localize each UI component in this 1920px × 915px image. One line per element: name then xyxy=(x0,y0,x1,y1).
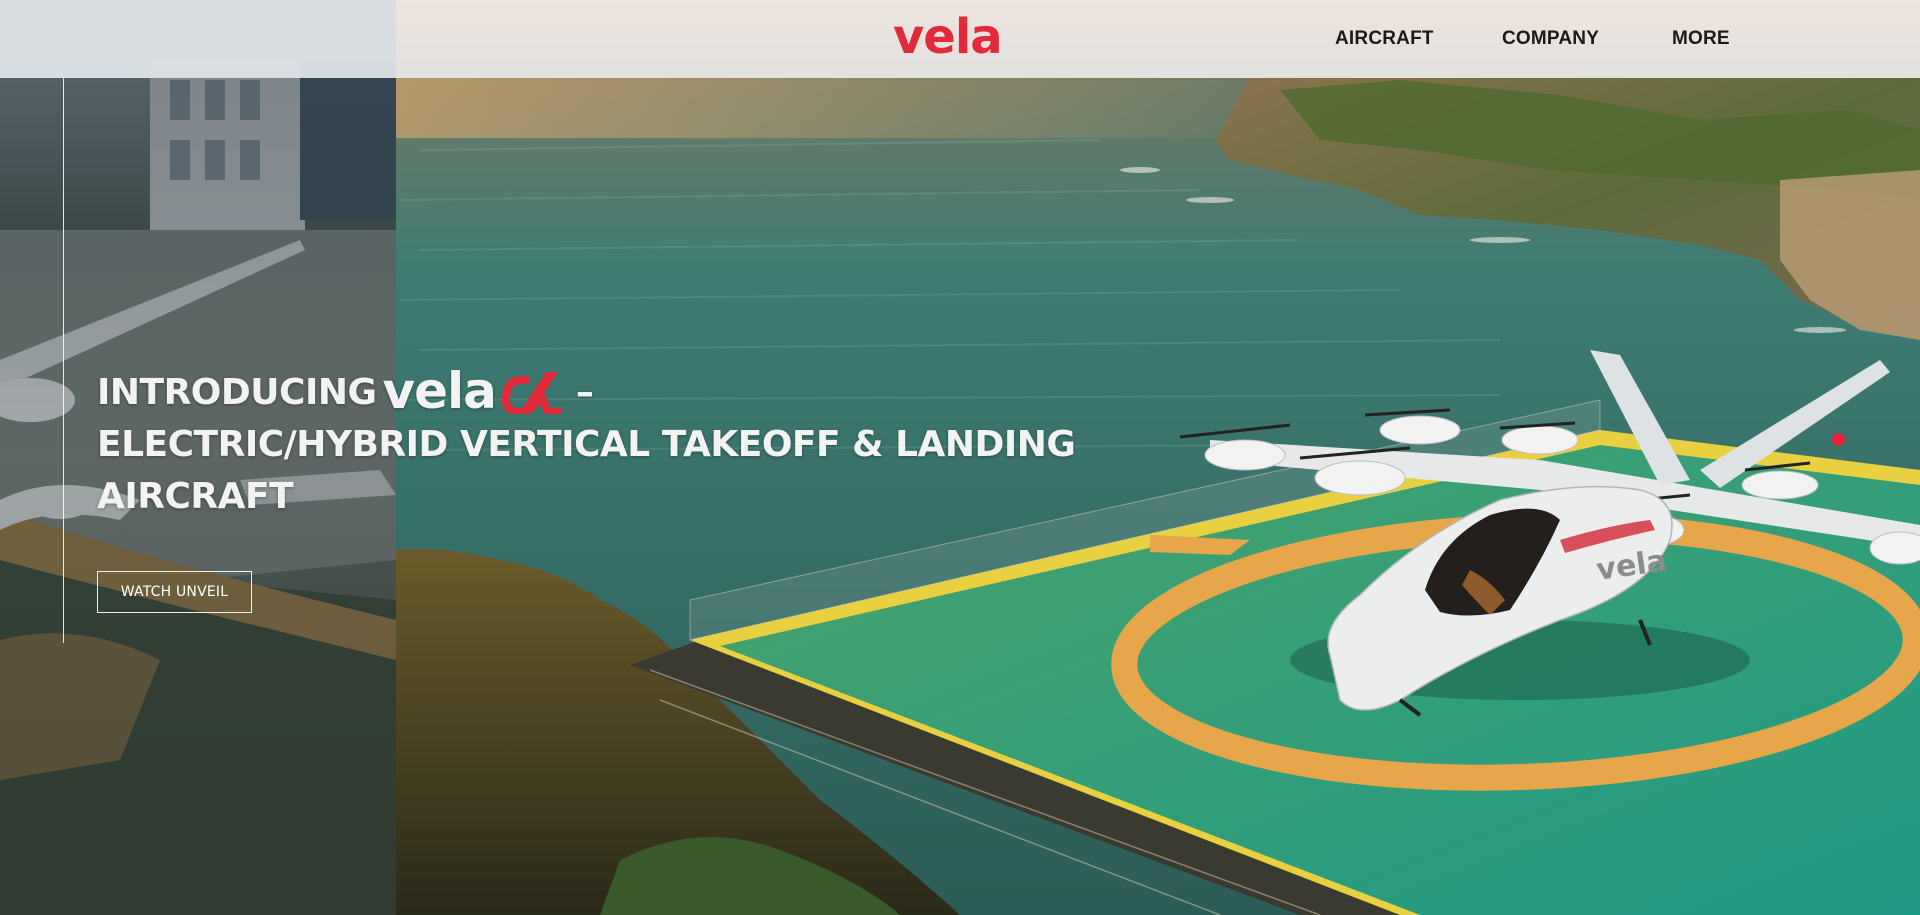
headline-dash: – xyxy=(575,372,594,413)
vertical-divider xyxy=(63,78,64,643)
headline-line-1: INTRODUCING vela – xyxy=(97,365,997,419)
logo-text: vela xyxy=(893,9,1003,65)
header-left-tint xyxy=(0,0,396,78)
nav-item-aircraft[interactable]: AIRCRAFT xyxy=(1335,28,1434,50)
intro-label: INTRODUCING xyxy=(97,372,377,413)
watch-unveil-button[interactable]: WATCH UNVEIL xyxy=(97,571,252,613)
alpha-icon xyxy=(501,372,562,414)
headline-line-3: AIRCRAFT xyxy=(97,476,294,517)
nav-item-company[interactable]: COMPANY xyxy=(1502,28,1599,50)
hero-section: vela INTRODUCING vela – ELECTRIC/HYBRID … xyxy=(0,0,1920,915)
indicator-dot xyxy=(1832,433,1845,446)
nav-item-more[interactable]: MORE xyxy=(1672,28,1730,50)
brand-wordmark: vela xyxy=(382,362,497,420)
headline-line-2: ELECTRIC/HYBRID VERTICAL TAKEOFF & LANDI… xyxy=(97,424,1076,465)
hero-headline: INTRODUCING vela – ELECTRIC/HYBRID VERTIC… xyxy=(97,365,1076,523)
site-header: vela AIRCRAFT COMPANY MORE xyxy=(0,0,1920,78)
vela-logo[interactable]: vela xyxy=(893,9,1003,65)
